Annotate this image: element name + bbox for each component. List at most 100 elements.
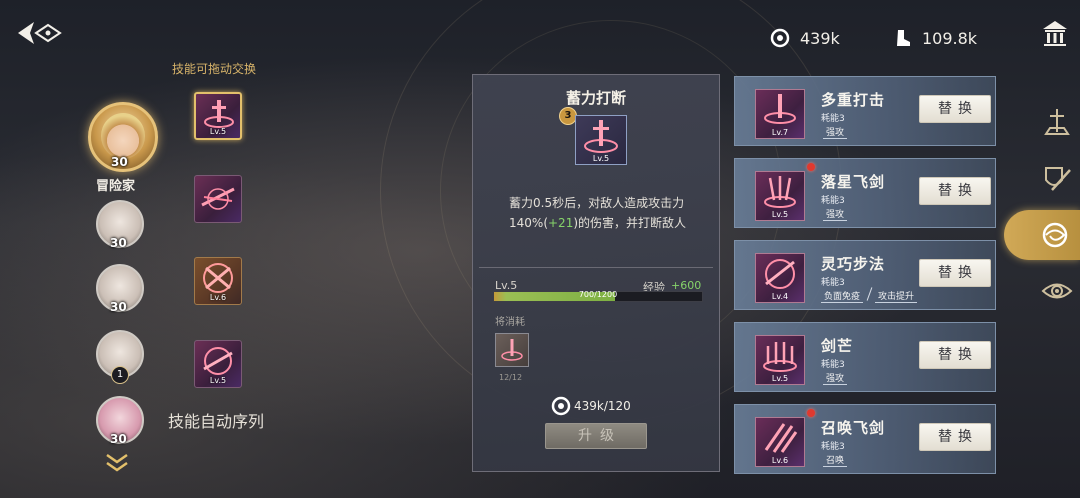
coin-ring-icon	[770, 28, 790, 48]
xp-progress-bar: 700/1200	[493, 290, 703, 302]
skill-level: Lv.6	[771, 456, 789, 465]
skill-level: Lv.5	[209, 127, 227, 136]
replace-button[interactable]: 替换	[919, 423, 991, 451]
tab-equipment[interactable]	[1040, 162, 1074, 196]
eye-sigil-icon	[1041, 283, 1073, 299]
crossed-blades-icon	[203, 263, 233, 293]
skill-name: 灵巧步法	[821, 255, 886, 273]
gold-amount: 439k	[800, 28, 840, 48]
shield-sword-icon	[1045, 167, 1071, 191]
skill-tag: 强攻	[823, 125, 848, 139]
hero-avatar-adventurer[interactable]: 30	[88, 102, 158, 172]
stamina-currency: 109.8k	[894, 24, 977, 52]
skill-level: Lv.5	[209, 376, 227, 385]
hero-level: 30	[110, 432, 127, 446]
skill-name: 召唤飞剑	[821, 419, 886, 437]
falling-star-sword-icon	[764, 176, 796, 208]
skill-title: 蓄力打断	[565, 89, 626, 107]
skill-tag: 强攻	[823, 371, 848, 385]
temple-icon	[1043, 21, 1067, 46]
hero-avatar[interactable]: 1	[96, 330, 144, 384]
skill-list-item[interactable]: Lv.4 灵巧步法 耗能3 负面免疫 攻击提升 替换	[734, 240, 996, 310]
skill-level: Lv.5	[771, 210, 789, 219]
avatar	[101, 113, 145, 159]
hero-name: 冒险家	[96, 179, 136, 194]
tag-divider	[866, 287, 873, 301]
skill-level: Lv.5	[771, 374, 789, 383]
gold-currency: 439k	[770, 24, 840, 52]
divider	[479, 267, 713, 268]
back-button[interactable]	[14, 16, 70, 50]
swap-hint-text: 技能可拖动交换	[172, 62, 257, 76]
xp-progress-text: 700/1200	[578, 290, 618, 299]
tab-skills[interactable]	[1004, 210, 1080, 260]
skill-description: 蓄力0.5秒后，对敌人造成攻击力140%(+21)的伤害，并打断敌人	[509, 196, 687, 230]
back-arrow-icon	[18, 22, 62, 44]
skill-list-item[interactable]: Lv.7 多重打击 耗能3 强攻 替换	[734, 76, 996, 146]
skill-icon: Lv.4	[755, 253, 805, 303]
hero-level: 1	[111, 366, 129, 384]
new-indicator	[807, 163, 815, 171]
skill-level: Lv.6	[209, 293, 227, 302]
skill-tag: 攻击提升	[875, 289, 918, 303]
replace-button[interactable]: 替换	[919, 259, 991, 287]
skill-icon: Lv.5	[755, 171, 805, 221]
equipped-skill-slot[interactable]: Lv.5	[194, 340, 242, 388]
skill-icon: Lv.5	[575, 115, 627, 165]
skill-icon: Lv.7	[755, 89, 805, 139]
damage-bonus: +21	[548, 216, 574, 230]
skill-level: Lv.5	[592, 154, 610, 163]
skill-name: 多重打击	[821, 91, 886, 109]
hero-level: 30	[110, 236, 127, 250]
skill-level: Lv.4	[771, 292, 789, 301]
charge-strike-icon	[584, 120, 618, 153]
tab-talent[interactable]	[1040, 274, 1074, 308]
multi-strike-icon	[764, 94, 796, 124]
consume-label: 将消耗	[495, 317, 525, 328]
hero-avatar[interactable]: 30	[96, 200, 144, 250]
skill-level: Lv.7	[771, 128, 789, 137]
hero-avatar[interactable]: 30	[96, 264, 144, 314]
double-chevron-down-icon	[106, 453, 128, 472]
energy-cost: 耗能3	[821, 196, 845, 206]
skill-swirl-icon	[1042, 222, 1068, 248]
sword-glare-icon	[763, 342, 797, 372]
equipped-skill-slot[interactable]: Lv.6	[194, 257, 242, 305]
blade-spin-icon	[203, 347, 233, 375]
skill-list-item[interactable]: Lv.6 召唤飞剑 耗能3 召唤 替换	[734, 404, 996, 474]
skill-list-item[interactable]: Lv.5 剑芒 耗能3 强攻 替换	[734, 322, 996, 392]
energy-cost: 耗能3	[821, 278, 845, 288]
sword-slash-icon	[201, 187, 235, 210]
energy-cost: 耗能3	[821, 442, 845, 452]
material-slot[interactable]	[495, 333, 529, 367]
coin-ring-icon	[551, 396, 571, 416]
sword-altar-icon	[1044, 109, 1070, 135]
skill-list-item[interactable]: Lv.5 落星飞剑 耗能3 强攻 替换	[734, 158, 996, 228]
replace-button[interactable]: 替换	[919, 341, 991, 369]
material-count: 12/12	[499, 373, 523, 382]
equipped-skill-slot[interactable]	[194, 175, 242, 223]
skill-name: 剑芒	[821, 337, 854, 355]
skill-icon: Lv.5	[755, 335, 805, 385]
home-button[interactable]	[1040, 18, 1070, 48]
boot-icon	[897, 30, 910, 46]
skill-icon: Lv.6	[755, 417, 805, 467]
skill-tag: 召唤	[823, 453, 848, 467]
hero-level: 30	[110, 300, 127, 314]
nimble-step-icon	[765, 259, 795, 289]
tab-attributes[interactable]	[1040, 106, 1074, 140]
replace-button[interactable]: 替换	[919, 95, 991, 123]
auto-sequence-label[interactable]: 技能自动序列	[168, 408, 264, 432]
upgrade-button[interactable]: 升级	[545, 423, 647, 449]
scroll-down-button[interactable]	[104, 452, 130, 474]
energy-cost: 耗能3	[821, 360, 845, 370]
replace-button[interactable]: 替换	[919, 177, 991, 205]
skill-detail-panel: 蓄力打断 3 Lv.5 蓄力0.5秒后，对敌人造成攻击力140%(+21)的伤害…	[472, 74, 720, 472]
skill-tag: 负面免疫	[821, 289, 864, 303]
cost-amount: 439k/120	[574, 399, 631, 413]
energy-cost: 耗能3	[821, 114, 845, 124]
equipped-skill-slot[interactable]: Lv.5	[194, 92, 242, 140]
hero-avatar[interactable]: 30	[96, 396, 144, 446]
skill-name: 落星飞剑	[821, 173, 886, 191]
upgrade-cost: 439k/120	[551, 395, 631, 417]
